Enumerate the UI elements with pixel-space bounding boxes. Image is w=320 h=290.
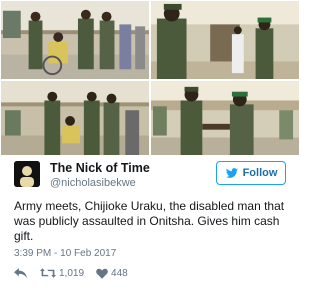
tweet-text: Army meets, Chijioke Uraku, the disabled… <box>14 199 285 243</box>
avatar[interactable] <box>14 161 40 187</box>
retweet-icon <box>40 268 56 278</box>
tweet-photo-3[interactable] <box>0 80 150 156</box>
photo-collage <box>0 0 300 156</box>
tweet-photo-2[interactable] <box>150 0 300 80</box>
user-handle[interactable]: @nicholasibekwe <box>50 177 136 189</box>
tweet-photo-4[interactable] <box>150 80 300 156</box>
like-button[interactable]: 448 <box>96 268 128 279</box>
tweet-card: The Nick of Time @nicholasibekwe Follow … <box>0 0 300 290</box>
retweet-count: 1,019 <box>59 267 85 279</box>
bird-icon <box>225 167 238 178</box>
tweet-actions: 1,019 448 <box>14 266 128 280</box>
tweet-photo-1[interactable] <box>0 0 150 80</box>
tweet-header: The Nick of Time @nicholasibekwe Follow <box>14 160 286 194</box>
follow-button-label: Follow <box>242 167 278 179</box>
reply-button[interactable] <box>14 268 28 278</box>
avatar-image <box>14 161 40 187</box>
tweet-timestamp[interactable]: 3:39 PM - 10 Feb 2017 <box>14 248 116 259</box>
heart-icon <box>96 268 108 279</box>
reply-icon <box>14 268 27 278</box>
like-count: 448 <box>111 267 128 279</box>
follow-button[interactable]: Follow <box>216 161 286 185</box>
user-display-name[interactable]: The Nick of Time <box>50 161 150 175</box>
retweet-button[interactable]: 1,019 <box>40 268 84 279</box>
